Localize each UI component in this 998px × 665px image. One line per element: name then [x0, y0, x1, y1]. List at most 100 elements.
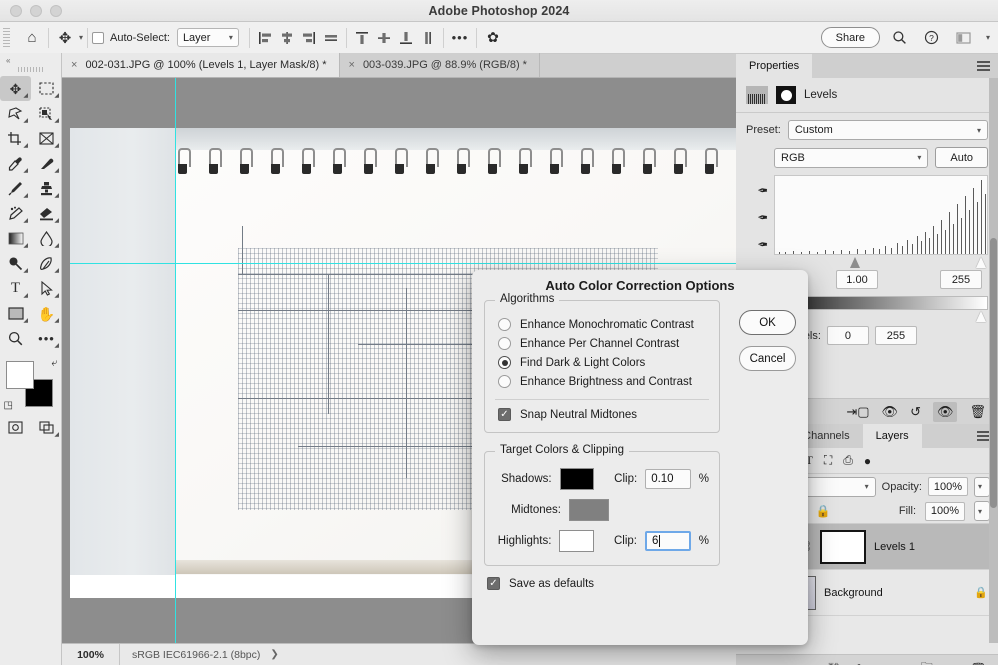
auto-button[interactable]: Auto [935, 147, 988, 168]
tab-properties[interactable]: Properties [736, 54, 813, 78]
input-white-field[interactable]: 255 [940, 270, 982, 289]
properties-panel-menu-icon[interactable] [977, 54, 998, 78]
fill-stepper[interactable]: ▾ [974, 501, 990, 521]
clip-to-layer-icon[interactable]: ⇥▢ [846, 404, 869, 420]
save-as-defaults-checkbox[interactable]: ✓ [487, 577, 500, 590]
screen-mode-icon[interactable]: ◢ [31, 415, 62, 440]
set-gray-point-eyedropper[interactable]: ✒ [746, 210, 768, 226]
home-icon[interactable]: ⌂ [20, 27, 44, 49]
double-chevron-left-icon[interactable]: « [0, 54, 61, 65]
cancel-button[interactable]: Cancel [739, 346, 796, 371]
chevron-down-icon[interactable]: ▾ [79, 33, 83, 42]
align-top-icon[interactable] [351, 27, 373, 49]
new-group-icon[interactable]: 🗀 [921, 658, 933, 665]
help-icon[interactable]: ? [920, 27, 944, 49]
filter-toggle-icon[interactable]: ● [864, 454, 871, 468]
guide-horizontal[interactable] [70, 263, 736, 264]
radio-enhance-brightness-and-contrast[interactable]: Enhance Brightness and Contrast [495, 372, 709, 391]
canvas-vertical-scrollbar[interactable] [989, 78, 998, 643]
opacity-stepper[interactable]: ▾ [974, 476, 990, 497]
frame-tool[interactable]: ◢ [31, 126, 62, 151]
delete-icon[interactable]: 🗑 [969, 404, 986, 420]
radio-enhance-per-channel-contrast[interactable]: Enhance Per Channel Contrast [495, 334, 709, 353]
document-tab-2[interactable]: × 003-039.JPG @ 88.9% (RGB/8) * [339, 53, 540, 77]
snap-neutral-midtones-row[interactable]: ✓ Snap Neutral Midtones [495, 406, 709, 421]
pen-tool[interactable]: ◢ [31, 251, 62, 276]
brush-tool[interactable]: ◢ [0, 176, 31, 201]
white-input-handle[interactable] [976, 257, 987, 268]
layer-mask-icon[interactable] [776, 86, 796, 104]
shadows-clip-input[interactable]: 0.10 [645, 469, 691, 489]
lasso-tool[interactable]: ◢ [0, 101, 31, 126]
add-mask-icon[interactable]: ◙ [878, 662, 885, 665]
marquee-tool[interactable]: ◢ [31, 76, 62, 101]
new-adjustment-icon[interactable]: ◑ [899, 662, 906, 665]
type-tool[interactable]: T ◢ [0, 276, 31, 301]
document-tab-1[interactable]: × 002-031.JPG @ 100% (Levels 1, Layer Ma… [62, 53, 340, 77]
auto-select-target-dropdown[interactable]: Layer ▾ [176, 28, 239, 47]
output-white-field[interactable]: 255 [874, 326, 917, 345]
quick-mask-icon[interactable] [0, 415, 31, 440]
input-levels-sliders[interactable] [774, 257, 988, 270]
align-left-icon[interactable] [254, 27, 276, 49]
input-midtone-field[interactable]: 1.00 [836, 270, 878, 289]
chevron-right-icon[interactable]: ❯ [270, 649, 278, 660]
lock-all-icon[interactable]: 🔒 [816, 504, 831, 518]
guide-vertical[interactable] [175, 78, 176, 643]
midtone-input-handle[interactable] [850, 257, 861, 268]
gradient-tool[interactable]: ◢ [0, 226, 31, 251]
save-as-defaults-row[interactable]: ✓ Save as defaults [484, 566, 720, 590]
radio-find-dark-and-light-colors[interactable]: Find Dark & Light Colors [495, 353, 709, 372]
close-icon[interactable]: × [71, 59, 77, 71]
opacity-field[interactable]: 100% [928, 477, 968, 496]
new-layer-icon[interactable]: ⊞ [947, 662, 957, 665]
options-bar-grip[interactable] [3, 27, 10, 48]
swap-colors-icon[interactable]: ⤶ [51, 357, 57, 370]
crop-tool[interactable]: ◢ [0, 126, 31, 151]
shadows-color-swatch[interactable] [559, 468, 595, 490]
white-output-handle[interactable] [976, 311, 987, 322]
reset-icon[interactable]: ↺ [910, 404, 921, 420]
set-white-point-eyedropper[interactable]: ✒ [746, 237, 768, 253]
toggle-visibility-icon[interactable]: 👁 [882, 404, 899, 420]
radio-button[interactable] [498, 337, 511, 350]
dodge-tool[interactable]: ◢ [0, 251, 31, 276]
edit-toolbar-icon[interactable]: ••• ◢ [31, 326, 62, 351]
highlights-color-swatch[interactable] [559, 530, 594, 552]
rectangle-tool[interactable]: ◢ [0, 301, 31, 326]
output-black-field[interactable]: 0 [826, 326, 869, 345]
align-vertical-center-icon[interactable] [373, 27, 395, 49]
eyedropper-tool[interactable]: ◢ [0, 151, 31, 176]
fill-field[interactable]: 100% [925, 501, 965, 521]
distribute-vertical-icon[interactable] [417, 27, 439, 49]
move-tool-icon[interactable]: ✥ [53, 27, 77, 49]
levels-histogram[interactable] [774, 175, 988, 255]
midtones-color-swatch[interactable] [569, 499, 609, 521]
align-horizontal-center-icon[interactable] [276, 27, 298, 49]
search-icon[interactable] [888, 27, 912, 49]
clone-stamp-tool[interactable]: ◢ [31, 176, 62, 201]
tab-layers[interactable]: Layers [862, 424, 922, 448]
auto-select-checkbox[interactable] [92, 31, 105, 44]
hand-tool[interactable]: ✋ ◢ [31, 301, 62, 326]
filter-shape-icon[interactable]: ⛶ [824, 453, 832, 468]
chevron-down-icon[interactable]: ▾ [986, 33, 990, 42]
scrollbar-thumb[interactable] [990, 238, 997, 508]
close-icon[interactable]: × [349, 59, 355, 71]
filter-smart-object-icon[interactable]: ⎙ [843, 453, 853, 468]
object-selection-tool[interactable]: ◢ [31, 101, 62, 126]
ellipsis-icon[interactable]: ••• [448, 27, 472, 49]
workspace-icon[interactable] [952, 27, 976, 49]
highlights-clip-input[interactable]: 6 [644, 531, 691, 551]
align-right-icon[interactable] [298, 27, 320, 49]
snap-neutral-midtones-checkbox[interactable]: ✓ [498, 408, 511, 421]
gear-icon[interactable]: ✿ [481, 27, 505, 49]
lock-icon[interactable]: 🔒 [974, 586, 988, 599]
layer-mask-thumbnail[interactable] [819, 529, 866, 564]
delete-layer-icon[interactable]: 🗑 [971, 662, 986, 665]
eye-icon[interactable]: 👁 [932, 401, 958, 422]
radio-button[interactable] [498, 356, 511, 369]
link-layers-icon[interactable]: ⛓ [826, 662, 841, 665]
radio-button[interactable] [498, 318, 511, 331]
eraser-tool[interactable]: ◢ [31, 201, 62, 226]
